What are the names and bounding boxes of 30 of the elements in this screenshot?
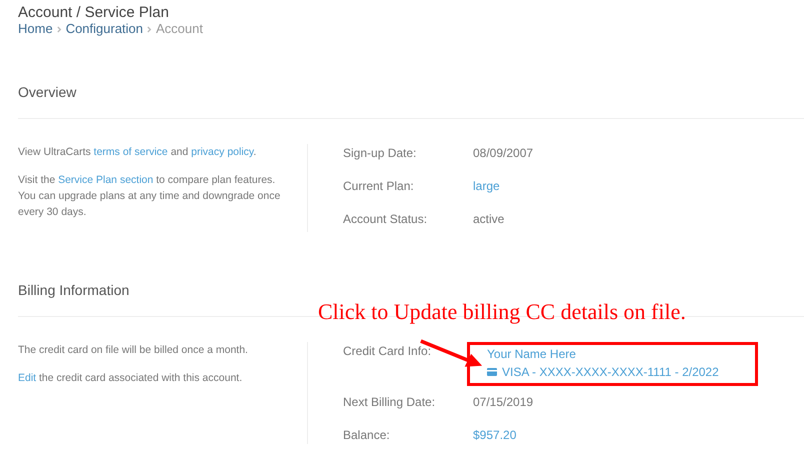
field-label: Credit Card Info: [343,343,432,360]
card-link[interactable]: VISA - XXXX-XXXX-XXXX-1111 - 2/2022 [487,363,719,381]
description-text: The credit card on file will be billed once a month. [18,343,249,358]
text-link[interactable]: Service Plan section [58,174,154,186]
credit-card-icon [487,368,497,376]
breadcrumb-link[interactable]: Configuration [66,21,144,37]
text-link[interactable]: Edit [18,372,36,384]
chevron-icon [56,26,62,32]
field-value: active [473,211,504,228]
description-text: Edit the credit card associated with this account. [18,371,244,386]
breadcrumb-link[interactable]: Home [18,21,53,37]
annotation-text: Click to Update billing CC details on file. [318,299,686,325]
field-label: Balance: [343,427,390,444]
text-link[interactable]: privacy policy [191,146,254,158]
description-text: Visit the Service Plan section to compare plan features. You can upgrade plans at any time and downgrade once every 30 days. [18,173,282,220]
field-value: 08/09/2007 [473,145,534,162]
field-label: Account Status: [343,211,428,228]
chevron-icon [147,26,152,32]
field-label: Next Billing Date: [343,394,436,411]
field-label: Current Plan: [343,178,414,195]
text-link[interactable]: terms of service [94,146,168,158]
field-label: Sign-up Date: [343,145,416,162]
section-heading: Overview [18,83,804,119]
page-title: Account / Service Plan [17,3,170,21]
breadcrumb-current: Account [156,21,203,37]
value-link[interactable]: large [473,177,500,195]
value-link[interactable]: $957.20 [473,426,516,444]
name-link[interactable]: Your Name Here [487,345,576,363]
description-text: View UltraCarts terms of service and privacy policy. [18,145,258,160]
field-value: 07/15/2019 [473,394,534,411]
